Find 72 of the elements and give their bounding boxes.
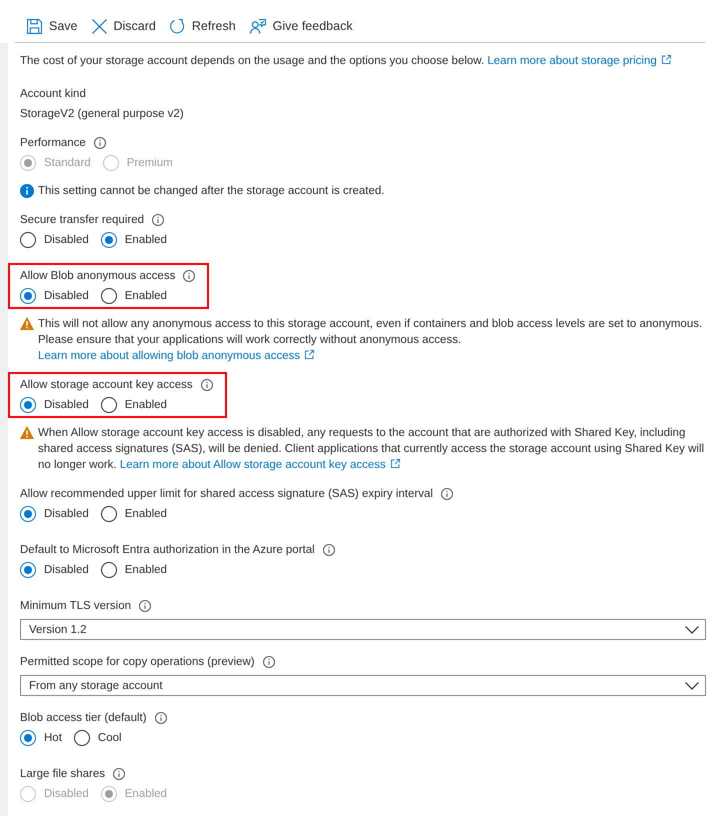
radio-option[interactable]: Enabled [100,506,167,522]
save-button[interactable]: Save [27,17,78,35]
external-link-icon [390,459,400,468]
radio-button[interactable] [100,397,117,413]
radio-option[interactable]: Cool [74,730,122,746]
radio-option[interactable]: Enabled [100,397,167,413]
field-label: Performance [20,136,86,151]
radio-button[interactable] [20,562,36,578]
dropdown-value: Version 1.2 [29,622,87,638]
radio-button[interactable] [100,288,117,304]
info-text: This setting cannot be changed after the storage account is created. [38,184,384,199]
radio-option[interactable]: Enabled [100,288,167,304]
info-icon [113,768,126,780]
person-speech-bubble-icon [250,18,266,34]
warning-text: When Allow storage account key access is disabled, any requests to the account that are authorized with Shared Key, including shared access signatures (SAS), will be denied. Client applications that currently access the storage account using Shared Key will no longer work. Learn more about Allow storage account key access [38,426,706,473]
radio-option[interactable]: Hot [20,730,62,746]
field-value: StorageV2 (general purpose v2) [20,107,185,122]
radio-button[interactable] [20,730,36,746]
info-icon [200,379,213,391]
radio-button[interactable] [20,397,36,413]
warning-icon [20,426,34,439]
feedback-button[interactable]: Give feedback [250,17,353,35]
radio-button[interactable] [74,730,90,746]
radio-button[interactable] [100,506,117,522]
info-icon [139,600,151,612]
field-label: Minimum TLS version [20,599,131,614]
radio-option[interactable]: Disabled [20,288,89,304]
learn-more-link[interactable]: Learn more about Allow storage account key access [120,459,400,471]
info-circle-icon [20,184,34,198]
radio-option[interactable]: Enabled [100,232,167,248]
field-label: Permitted scope for copy operations (preview) [20,655,255,670]
radio-option[interactable]: Disabled [20,232,89,248]
warning-icon [20,317,34,330]
radio-button[interactable] [100,232,117,248]
dropdown-value: From any storage account [29,678,163,694]
radio-button[interactable] [20,232,36,248]
info-icon [440,488,453,500]
radio-button[interactable] [20,506,36,522]
warning-text: This will not allow any anonymous access to this storage account, even if containers and blob access levels are set to anonymous. Please ensure that your applications will work correctly without anonymous access. Learn more about allowing blob anonymous access [38,317,704,364]
learn-more-link[interactable]: Learn more about storage pricing [487,55,671,67]
radio-option[interactable]: Disabled [20,562,89,578]
refresh-button[interactable]: Refresh [170,17,236,35]
info-icon [154,712,167,724]
field-label: Secure transfer required [20,213,144,228]
radio-button[interactable] [20,288,36,304]
info-icon [183,270,196,282]
intro-text: The cost of your storage account depends on the usage and the options you choose below. Learn more about storage pricing [20,53,706,69]
dropdown[interactable]: Version 1.2 [20,619,706,640]
field-label: Allow Blob anonymous access [20,269,176,284]
chevron-down-icon [685,626,699,634]
dropdown[interactable]: From any storage account [20,675,706,696]
field-label: Allow recommended upper limit for shared access signature (SAS) expiry interval [20,487,433,502]
info-icon [152,214,164,226]
info-icon [322,544,335,556]
refresh-icon [170,18,185,34]
field-label: Large file shares [20,767,106,782]
external-link-icon [305,350,314,359]
radio-option[interactable]: Enabled [100,562,167,578]
radio-button[interactable] [100,562,117,578]
info-icon [94,137,106,149]
info-icon [262,656,275,668]
chevron-down-icon [685,682,699,690]
field-label: Account kind [20,87,87,102]
field-label: Blob access tier (default) [20,711,147,726]
field-label: Allow storage account key access [20,378,193,393]
learn-more-link[interactable]: Learn more about allowing blob anonymous access [38,350,314,362]
cross-icon [92,18,106,34]
radio-option[interactable]: Disabled [20,397,89,413]
field-label: Default to Microsoft Entra authorization in the Azure portal [20,543,315,558]
discard-button[interactable]: Discard [92,17,156,35]
external-link-icon [662,55,671,64]
radio-option[interactable]: Disabled [20,506,89,522]
